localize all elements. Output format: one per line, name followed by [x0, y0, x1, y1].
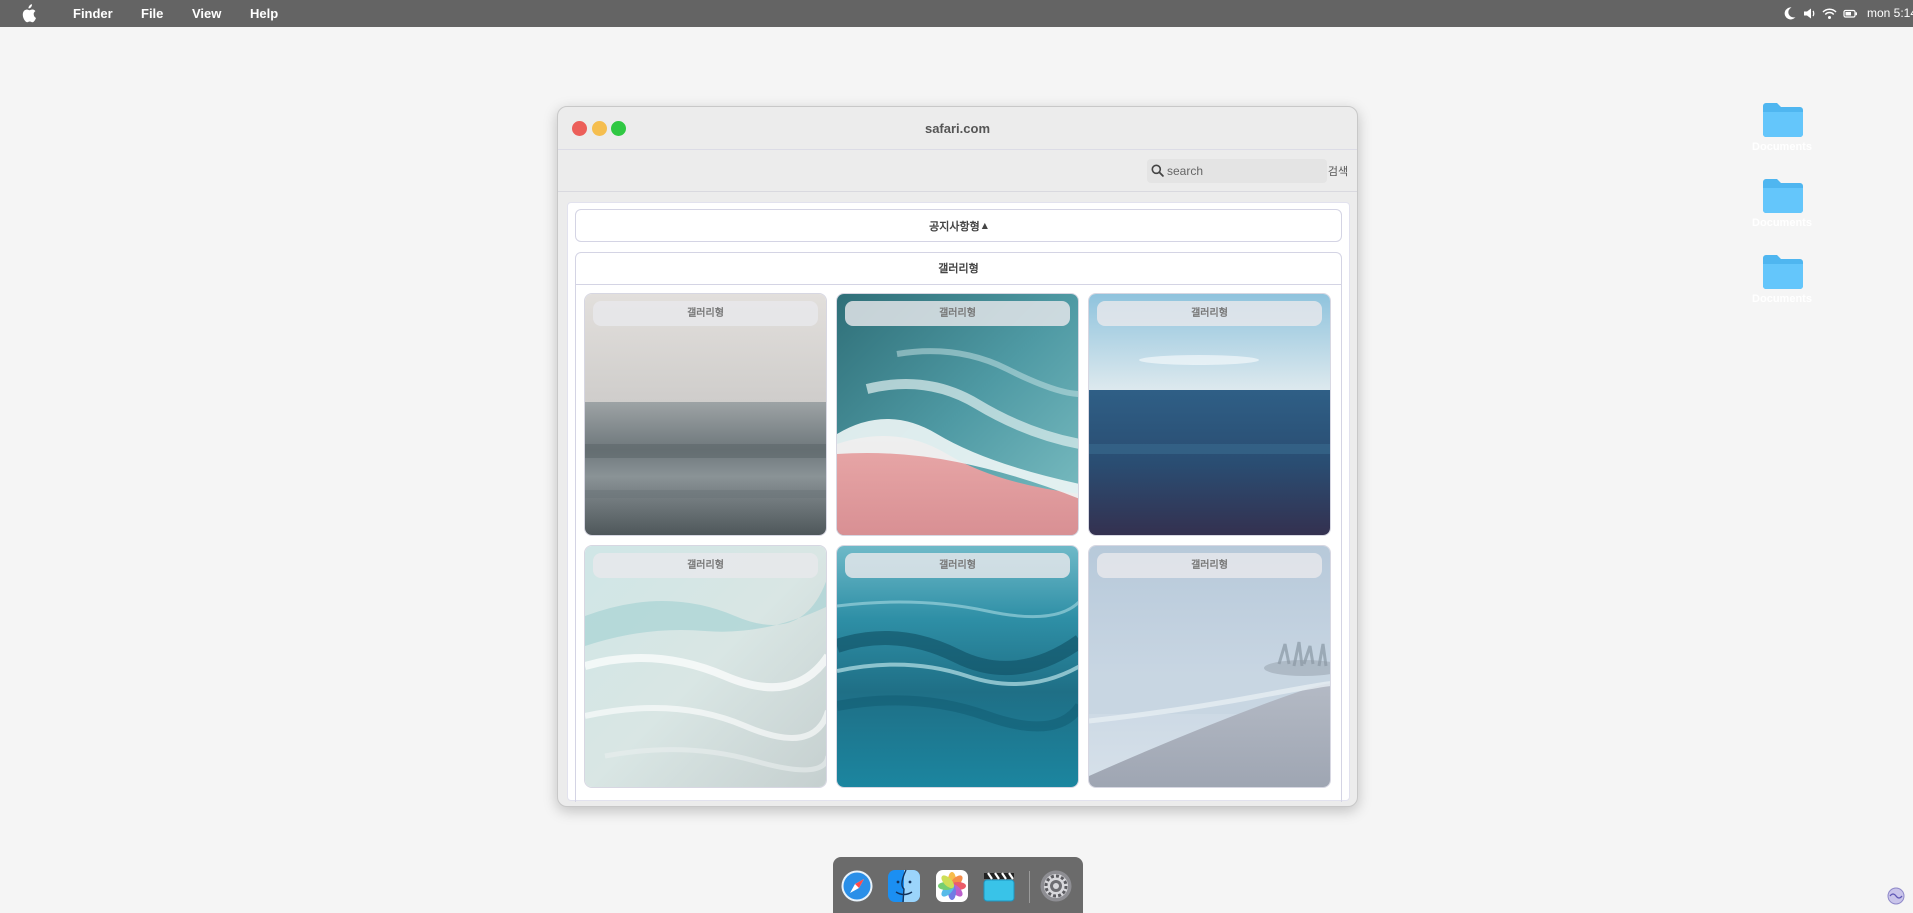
folder-icon: [1763, 103, 1803, 137]
gallery-item-caption: 갤러리형: [593, 301, 818, 326]
notice-toggle-button[interactable]: 공지사항형 ▲: [575, 209, 1342, 242]
folder-icon: [1763, 255, 1803, 289]
clips-icon[interactable]: [982, 869, 1016, 903]
caret-up-icon: ▲: [981, 221, 988, 230]
moon-icon[interactable]: [1782, 6, 1797, 21]
gallery-item[interactable]: 갤러리형: [836, 293, 1079, 536]
window-toolbar: 검색: [558, 150, 1357, 192]
gallery-item[interactable]: 갤러리형: [836, 545, 1079, 788]
safari-icon[interactable]: [840, 869, 874, 903]
desktop-folder-label: Documents: [1752, 293, 1812, 305]
browser-window: safari.com 검색 공지사항형▲ 갤러리형: [557, 106, 1358, 807]
gallery-item-caption: 갤러리형: [593, 553, 818, 578]
search-icon: [1151, 164, 1164, 177]
desktop-folder[interactable]: Documents: [1742, 178, 1822, 240]
menu-help[interactable]: Help: [250, 0, 278, 27]
system-preferences-icon[interactable]: [1039, 869, 1073, 903]
gallery-item-caption: 갤러리형: [845, 553, 1070, 578]
desktop-folder-label: Documents: [1752, 217, 1812, 229]
gallery-item[interactable]: 갤러리형: [584, 293, 827, 536]
page-content: 공지사항형 ▲ 갤러리형 갤러리형 갤러리형 갤러리형 갤러리형 갤러리형 갤러…: [567, 202, 1350, 802]
battery-icon[interactable]: [1843, 6, 1858, 21]
gallery-photo: [585, 294, 826, 535]
menu-view[interactable]: View: [192, 0, 221, 27]
search-submit-button[interactable]: 검색: [1324, 159, 1352, 183]
search-field[interactable]: [1147, 159, 1327, 183]
menu-file[interactable]: File: [141, 0, 163, 27]
apple-icon[interactable]: [20, 4, 36, 23]
notice-toggle-label: 공지사항형: [929, 220, 980, 233]
speaker-icon[interactable]: [1802, 6, 1817, 21]
siri-icon[interactable]: [1887, 887, 1905, 905]
gallery-photo: [1089, 546, 1330, 787]
window-titlebar[interactable]: safari.com: [558, 107, 1357, 150]
menu-finder[interactable]: Finder: [73, 0, 113, 27]
dock: [833, 857, 1083, 913]
wifi-icon[interactable]: [1822, 6, 1837, 21]
menu-bar: Finder File View Help mon 5:14: [0, 0, 1913, 27]
gallery-photo: [1089, 294, 1330, 535]
gallery-title: 갤러리형: [576, 253, 1341, 285]
gallery-item[interactable]: 갤러리형: [1088, 545, 1331, 788]
menu-clock[interactable]: mon 5:14: [1867, 0, 1913, 27]
desktop-folder[interactable]: Documents: [1742, 102, 1822, 164]
dock-divider: [1029, 871, 1030, 903]
gallery-section: 갤러리형 갤러리형 갤러리형 갤러리형 갤러리형 갤러리형 갤러리형: [575, 252, 1342, 802]
search-input[interactable]: [1167, 161, 1317, 181]
gallery-photo: [585, 546, 826, 787]
gallery-photo: [837, 294, 1078, 535]
window-title: safari.com: [924, 121, 991, 136]
gallery-item-caption: 갤러리형: [1097, 553, 1322, 578]
gallery-item-caption: 갤러리형: [845, 301, 1070, 326]
photos-icon[interactable]: [935, 869, 969, 903]
gallery-item[interactable]: 갤러리형: [584, 545, 827, 788]
gallery-item[interactable]: 갤러리형: [1088, 293, 1331, 536]
folder-icon: [1763, 179, 1803, 213]
finder-icon[interactable]: [887, 869, 921, 903]
gallery-item-caption: 갤러리형: [1097, 301, 1322, 326]
gallery-photo: [837, 546, 1078, 787]
desktop-folder-label: Documents: [1752, 141, 1812, 153]
desktop-folder[interactable]: Documents: [1742, 254, 1822, 316]
